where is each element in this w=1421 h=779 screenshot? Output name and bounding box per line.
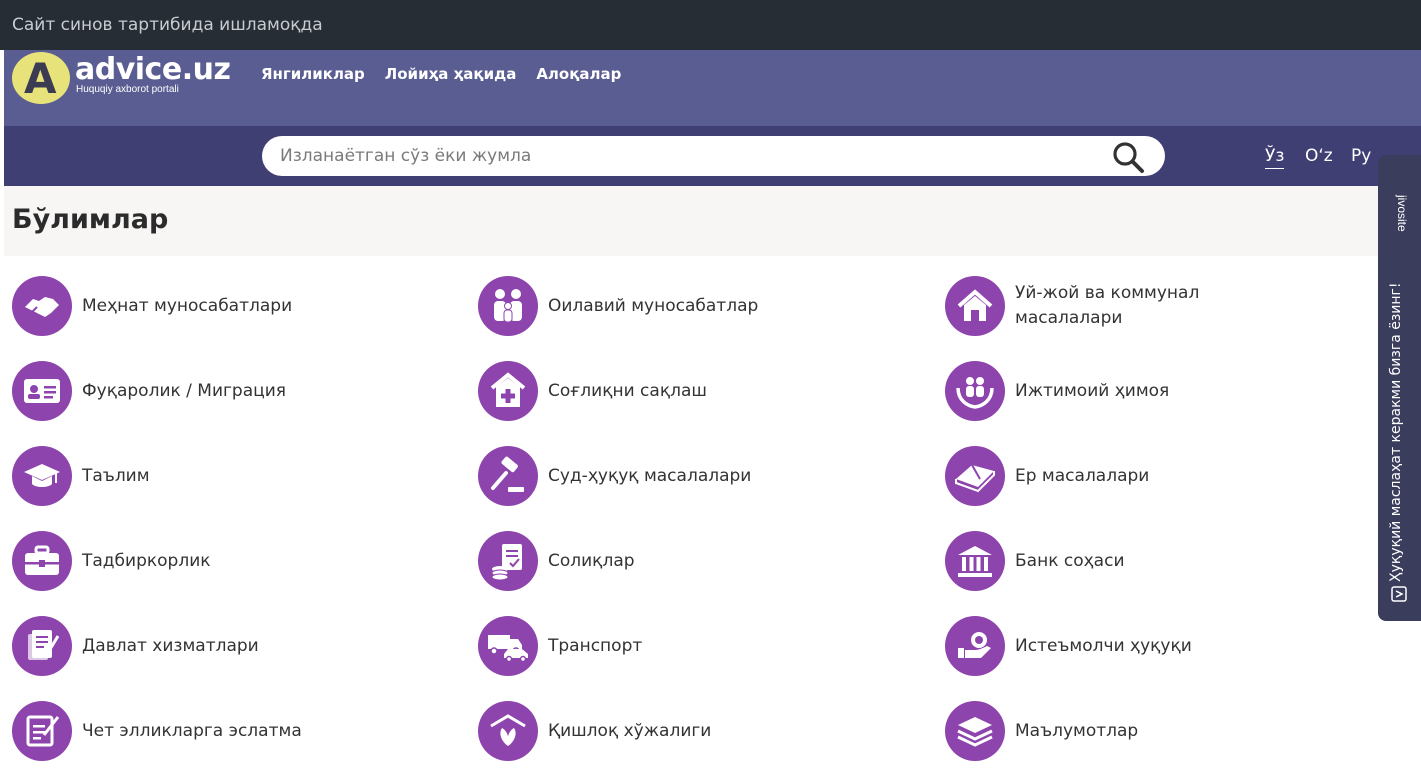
consumer-hand-icon — [945, 616, 1005, 676]
category-label: Банк соҳаси — [1015, 550, 1125, 571]
page-title: Бўлимлар — [12, 204, 169, 235]
nav-item-news[interactable]: Янгиликлар — [261, 65, 365, 83]
tax-document-icon — [478, 531, 538, 591]
category-housing[interactable]: Уй-жой ва коммунал масалалари — [945, 276, 1255, 336]
category-label: Тадбиркорлик — [82, 550, 211, 571]
category-health[interactable]: Соғлиқни сақлаш — [478, 361, 707, 421]
category-label: Давлат хизматлари — [82, 635, 259, 656]
category-citizenship[interactable]: Фуқаролик / Миграция — [12, 361, 286, 421]
chat-widget-brand: jivosite — [1395, 195, 1409, 232]
search-input[interactable] — [280, 136, 1100, 176]
protected-family-icon — [945, 361, 1005, 421]
category-transport[interactable]: Транспорт — [478, 616, 642, 676]
category-label: Уй-жой ва коммунал масалалари — [1015, 283, 1200, 328]
note-pen-icon — [12, 701, 72, 761]
truck-car-icon — [478, 616, 538, 676]
category-label: Меҳнат муносабатлари — [82, 295, 293, 316]
category-business[interactable]: Тадбиркорлик — [12, 531, 211, 591]
category-label: Таълим — [82, 465, 150, 486]
land-plot-icon — [945, 446, 1005, 506]
nav-item-contacts[interactable]: Алоқалар — [536, 65, 621, 83]
category-label: Маълумотлар — [1015, 720, 1139, 741]
layers-icon — [945, 701, 1005, 761]
id-card-icon — [12, 361, 72, 421]
category-social-protection[interactable]: Ижтимоий ҳимоя — [945, 361, 1169, 421]
search-icon[interactable] — [1111, 140, 1145, 174]
category-taxes[interactable]: Солиқлар — [478, 531, 635, 591]
site-header: A advice.uz Huquqiy axborot portali Янги… — [4, 50, 1421, 126]
category-label: Солиқлар — [548, 550, 635, 571]
category-label: Истеъмолчи ҳуқуқи — [1015, 635, 1192, 656]
chat-widget-label: Ҳуқуқий маслаҳат керакми бизга ёзинг! — [1388, 282, 1404, 583]
category-education[interactable]: Таълим — [12, 446, 150, 506]
lang-uz-latin[interactable]: O‘z — [1305, 146, 1333, 166]
section-header: Бўлимлар — [4, 186, 1380, 256]
lang-ru[interactable]: Ру — [1351, 146, 1371, 166]
category-label: Чет элликларга эслатма — [82, 720, 302, 741]
category-label: Ижтимоий ҳимоя — [1015, 380, 1170, 401]
logo-name: advice.uz — [75, 52, 231, 87]
search-box — [262, 136, 1165, 176]
category-foreigners-notice[interactable]: Чет элликларга эслатма — [12, 701, 302, 761]
category-labor[interactable]: Меҳнат муносабатлари — [12, 276, 292, 336]
category-public-services[interactable]: Давлат хизматлари — [12, 616, 259, 676]
chat-widget[interactable]: jivosite Ҳуқуқий маслаҳат керакми бизга … — [1378, 155, 1421, 621]
main-nav: Янгиликлар Лойиҳа ҳақида Алоқалар — [261, 65, 621, 83]
notice-bar: Сайт синов тартибида ишламоқда — [0, 0, 1421, 50]
bank-icon — [945, 531, 1005, 591]
category-judicial[interactable]: Суд-ҳуқуқ масалалари — [478, 446, 751, 506]
category-label: Транспорт — [548, 635, 643, 656]
leaf-icon — [478, 701, 538, 761]
category-label: Қишлоқ хўжалиги — [548, 720, 712, 741]
graduation-cap-icon — [12, 446, 72, 506]
briefcase-icon — [12, 531, 72, 591]
category-banking[interactable]: Банк соҳаси — [945, 531, 1125, 591]
search-band: Ўз O‘z Ру — [4, 126, 1421, 186]
category-label: Оилавий муносабатлар — [548, 295, 759, 316]
category-information[interactable]: Маълумотлар — [945, 701, 1138, 761]
house-icon — [945, 276, 1005, 336]
logo-tagline: Huquqiy axborot portali — [76, 84, 179, 95]
logo-letter: A — [24, 54, 57, 103]
nav-item-about[interactable]: Лойиҳа ҳақида — [385, 65, 517, 83]
category-agriculture[interactable]: Қишлоқ хўжалиги — [478, 701, 711, 761]
gavel-icon — [478, 446, 538, 506]
category-label: Ер масалалари — [1015, 465, 1150, 486]
chat-icon — [1390, 585, 1408, 603]
lang-uz-cyrillic[interactable]: Ўз — [1265, 146, 1285, 169]
category-consumer-rights[interactable]: Истеъмолчи ҳуқуқи — [945, 616, 1192, 676]
family-icon — [478, 276, 538, 336]
category-label: Соғлиқни сақлаш — [548, 380, 707, 401]
category-land[interactable]: Ер масалалари — [945, 446, 1149, 506]
category-label: Фуқаролик / Миграция — [82, 380, 286, 401]
category-label: Суд-ҳуқуқ масалалари — [548, 465, 752, 486]
category-family[interactable]: Оилавий муносабатлар — [478, 276, 758, 336]
site-logo[interactable]: A advice.uz Huquqiy axborot portali — [12, 50, 231, 110]
documents-pen-icon — [12, 616, 72, 676]
handshake-icon — [12, 276, 72, 336]
hospital-icon — [478, 361, 538, 421]
